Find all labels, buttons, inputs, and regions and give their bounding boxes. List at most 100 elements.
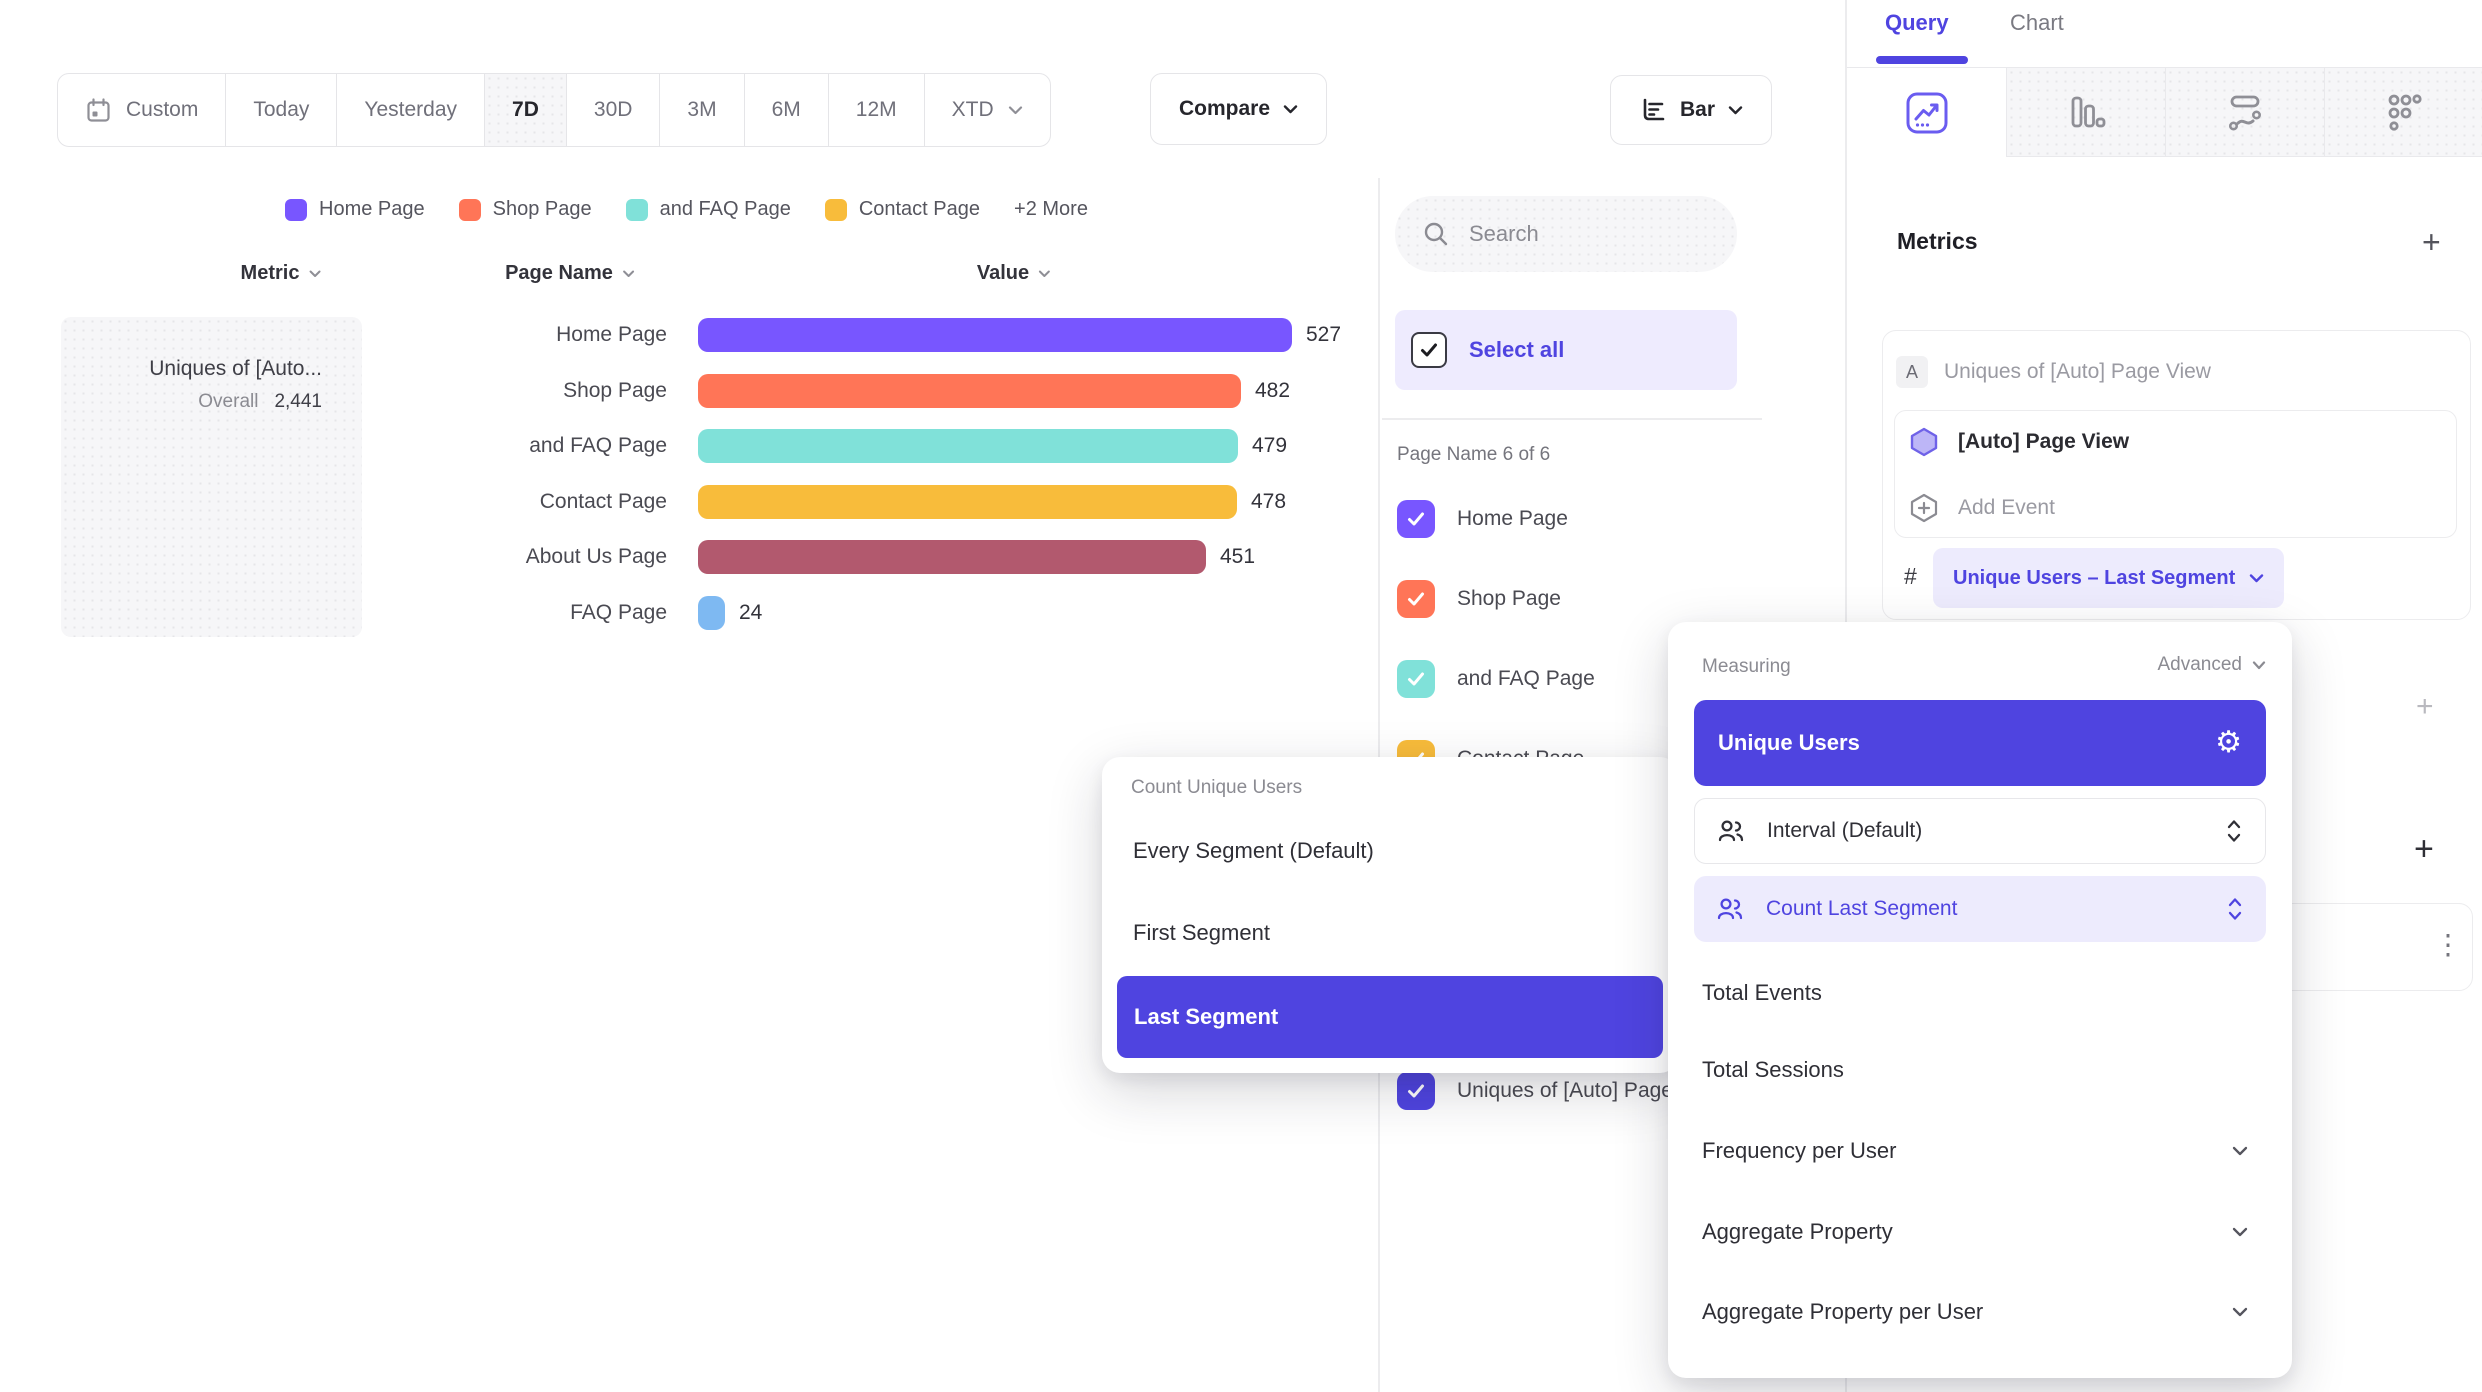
dots-grid-icon bbox=[2382, 90, 2426, 134]
chevron-down-icon bbox=[1008, 106, 1023, 115]
date-range-30d[interactable]: 30D bbox=[566, 74, 660, 146]
bar-faq-page[interactable] bbox=[698, 596, 725, 630]
gear-icon[interactable]: ⚙ bbox=[2215, 728, 2242, 758]
add-event-label[interactable]: Add Event bbox=[1958, 496, 2055, 520]
date-range-6m[interactable]: 6M bbox=[744, 74, 828, 146]
legend-item[interactable]: Home Page bbox=[285, 198, 425, 221]
menu-item-aggregate-property-per-user[interactable]: Aggregate Property per User bbox=[1702, 1299, 2248, 1325]
bar-contact-page[interactable] bbox=[698, 485, 1237, 519]
date-range-7d[interactable]: 7D bbox=[484, 74, 566, 146]
legend-swatch bbox=[825, 199, 847, 221]
chart-row: About Us Page 451 bbox=[380, 540, 1255, 574]
date-range-today[interactable]: Today bbox=[225, 74, 336, 146]
row-value: 482 bbox=[1255, 379, 1290, 403]
analytics-app: Custom Today Yesterday 7D 30D 3M 6M 12M … bbox=[0, 0, 2482, 1392]
chart-type-button[interactable]: Bar bbox=[1610, 75, 1772, 145]
interval-selector[interactable]: Interval (Default) bbox=[1694, 798, 2266, 864]
count-segment-selector[interactable]: Count Last Segment bbox=[1694, 876, 2266, 942]
row-value: 24 bbox=[739, 601, 762, 625]
checkbox-checked[interactable] bbox=[1397, 580, 1435, 618]
event-hexagon-icon bbox=[1908, 426, 1940, 458]
legend-item[interactable]: and FAQ Page bbox=[626, 198, 791, 221]
viz-tab-bars[interactable] bbox=[2006, 68, 2165, 157]
measuring-dropdown: Measuring Advanced Unique Users ⚙ Interv… bbox=[1668, 622, 2292, 1378]
search-icon bbox=[1421, 219, 1451, 249]
date-range-group: Custom Today Yesterday 7D 30D 3M 6M 12M … bbox=[57, 73, 1051, 147]
chart-row: Shop Page 482 bbox=[380, 374, 1290, 408]
select-all-checkbox[interactable] bbox=[1411, 332, 1447, 368]
menu-item-total-events[interactable]: Total Events bbox=[1702, 980, 1822, 1006]
chart-row: FAQ Page 24 bbox=[380, 596, 762, 630]
checkbox-checked[interactable] bbox=[1397, 500, 1435, 538]
bar-and-faq-page[interactable] bbox=[698, 429, 1238, 463]
menu-item-every-segment[interactable]: Every Segment (Default) bbox=[1133, 838, 1374, 864]
tab-chart[interactable]: Chart bbox=[2010, 10, 2064, 36]
compare-button[interactable]: Compare bbox=[1150, 73, 1327, 145]
date-range-xtd[interactable]: XTD bbox=[924, 74, 1050, 146]
chevron-down-icon bbox=[2232, 1307, 2248, 1317]
segment-dropdown-title: Count Unique Users bbox=[1131, 777, 1302, 799]
bar-about-us-page[interactable] bbox=[698, 540, 1206, 574]
date-range-12m[interactable]: 12M bbox=[828, 74, 924, 146]
add-filter-button[interactable]: + bbox=[2416, 692, 2434, 722]
overflow-menu-icon[interactable]: ⋮ bbox=[2434, 928, 2462, 961]
menu-item-last-segment-selected[interactable]: Last Segment bbox=[1117, 976, 1663, 1058]
row-value: 478 bbox=[1251, 490, 1286, 514]
column-header-page-name[interactable]: Page Name bbox=[505, 262, 635, 285]
checkbox-checked[interactable] bbox=[1397, 660, 1435, 698]
filter-item-and-faq-page[interactable]: and FAQ Page bbox=[1397, 660, 1595, 698]
row-value: 451 bbox=[1220, 545, 1255, 569]
line-chart-icon bbox=[1904, 90, 1950, 136]
flow-icon bbox=[2223, 90, 2267, 134]
row-label: Home Page bbox=[380, 323, 667, 347]
metric-title: Uniques of [Auto... bbox=[81, 357, 322, 381]
date-range-yesterday[interactable]: Yesterday bbox=[336, 74, 484, 146]
viz-tab-flows[interactable] bbox=[2165, 68, 2324, 157]
stepper-icon[interactable] bbox=[2225, 817, 2243, 845]
row-value: 527 bbox=[1306, 323, 1341, 347]
date-range-3m[interactable]: 3M bbox=[659, 74, 743, 146]
bar-shop-page[interactable] bbox=[698, 374, 1241, 408]
add-breakdown-button[interactable]: + bbox=[2414, 832, 2434, 866]
search-input[interactable] bbox=[1467, 220, 1701, 248]
menu-item-aggregate-property[interactable]: Aggregate Property bbox=[1702, 1219, 2248, 1245]
stepper-icon[interactable] bbox=[2226, 895, 2244, 923]
menu-item-total-sessions[interactable]: Total Sessions bbox=[1702, 1057, 1844, 1083]
advanced-toggle[interactable]: Advanced bbox=[2157, 654, 2266, 676]
date-range-custom[interactable]: Custom bbox=[58, 74, 225, 146]
viz-tab-insights-active[interactable] bbox=[1847, 68, 2006, 157]
divider bbox=[1382, 418, 1762, 420]
legend-more[interactable]: +2 More bbox=[1014, 198, 1088, 221]
filter-item-home-page[interactable]: Home Page bbox=[1397, 500, 1568, 538]
checkbox-checked[interactable] bbox=[1397, 1072, 1435, 1110]
tab-query[interactable]: Query bbox=[1885, 10, 1949, 36]
menu-item-first-segment[interactable]: First Segment bbox=[1133, 920, 1270, 946]
bar-home-page[interactable] bbox=[698, 318, 1292, 352]
chevron-down-icon bbox=[1728, 106, 1743, 115]
column-header-value[interactable]: Value bbox=[977, 262, 1051, 285]
select-all-row[interactable]: Select all bbox=[1395, 310, 1737, 390]
segment-dropdown: Count Unique Users Every Segment (Defaul… bbox=[1102, 757, 1678, 1073]
hash-prefix: # bbox=[1904, 563, 1917, 590]
legend-swatch bbox=[459, 199, 481, 221]
menu-item-unique-users-selected[interactable]: Unique Users ⚙ bbox=[1694, 700, 2266, 786]
menu-item-frequency-per-user[interactable]: Frequency per User bbox=[1702, 1138, 2248, 1164]
filter-item-shop-page[interactable]: Shop Page bbox=[1397, 580, 1561, 618]
chart-legend: Home Page Shop Page and FAQ Page Contact… bbox=[285, 198, 1088, 221]
metric-summary-card[interactable]: Uniques of [Auto... Overall2,441 bbox=[61, 317, 362, 637]
sort-chevron-icon bbox=[308, 270, 321, 278]
metric-overall: Overall2,441 bbox=[81, 391, 322, 413]
row-value: 479 bbox=[1252, 434, 1287, 458]
column-header-metric[interactable]: Metric bbox=[241, 262, 322, 285]
chevron-down-icon bbox=[2252, 661, 2266, 670]
legend-item[interactable]: Shop Page bbox=[459, 198, 592, 221]
add-metric-button[interactable]: + bbox=[2422, 226, 2441, 258]
search-box[interactable] bbox=[1395, 196, 1737, 272]
chevron-down-icon bbox=[2232, 1227, 2248, 1237]
viz-tab-retention[interactable] bbox=[2324, 68, 2482, 157]
legend-item[interactable]: Contact Page bbox=[825, 198, 980, 221]
calendar-icon bbox=[85, 97, 112, 124]
event-label[interactable]: [Auto] Page View bbox=[1958, 430, 2129, 454]
metric-badge: A bbox=[1896, 356, 1928, 388]
measure-pill[interactable]: Unique Users – Last Segment bbox=[1933, 548, 2284, 608]
